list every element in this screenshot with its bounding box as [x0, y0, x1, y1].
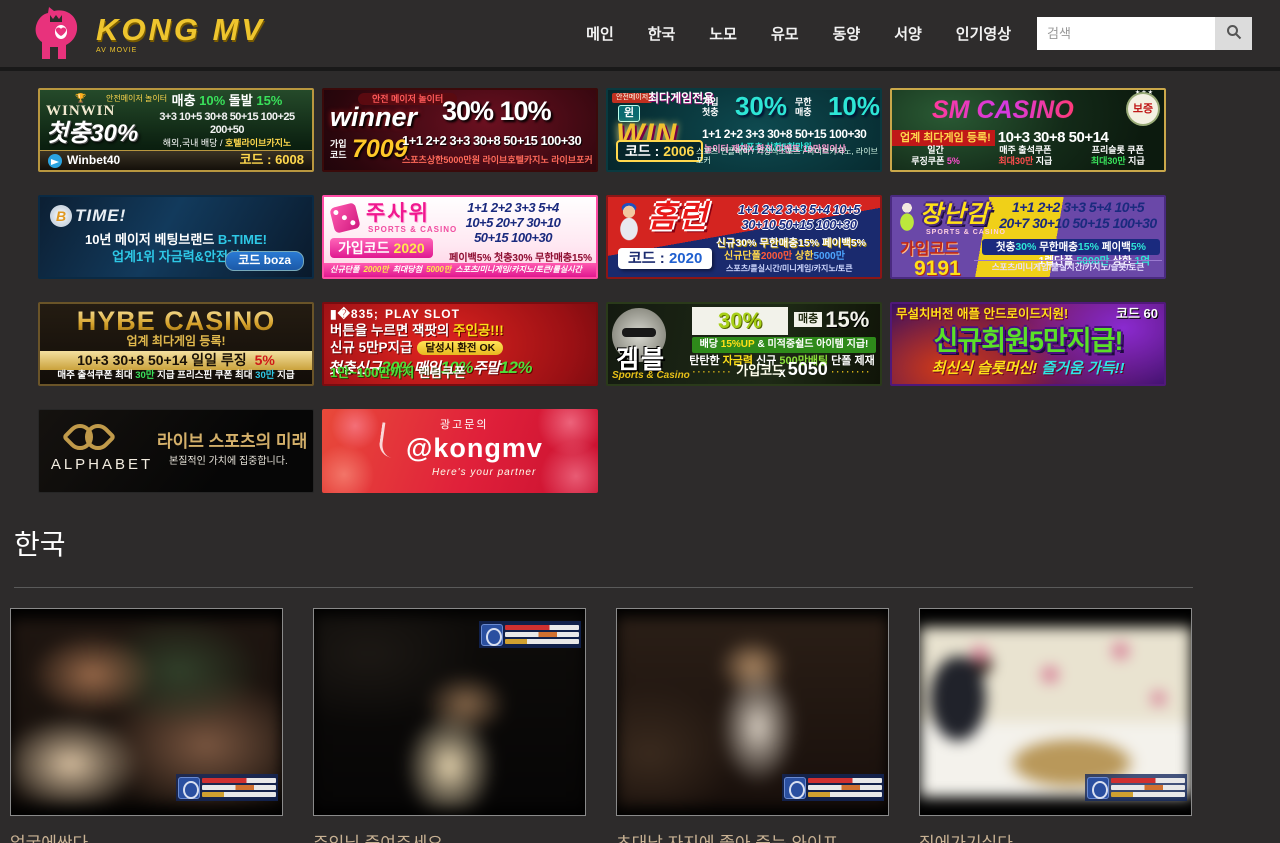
banner-brand: TIME!: [75, 206, 126, 226]
gorilla-logo-icon: [28, 2, 90, 65]
promo-pill: 달성시 환전 OK: [417, 341, 503, 355]
watermark-badge: [782, 774, 884, 801]
watermark-emblem-icon: [1087, 777, 1109, 799]
banner-kongmv-ad[interactable]: 광고문의 @kongmv Here's your partner: [322, 409, 598, 493]
contact-handle: @kongmv: [406, 433, 543, 464]
watermark-badge: [1085, 774, 1187, 801]
banner-slot-5man[interactable]: 무설치버전 애플 안드로이드지원! 코드 60 신규회원5만지급! 최신식 슬롯…: [890, 302, 1166, 386]
header: KONG MV AV MOVIE 메인 한국 노모 유모 동양 서양 인기영상: [0, 0, 1280, 71]
site-logo[interactable]: KONG MV AV MOVIE: [28, 2, 265, 65]
banner-jangnangam[interactable]: 장난감 SPORTS & CASINO 1+1 2+2 3+3 5+4 10+5…: [890, 195, 1166, 279]
banner-brand: 주사위: [366, 202, 430, 226]
search-input[interactable]: [1037, 17, 1215, 50]
nav-item-nomo[interactable]: 노모: [709, 23, 737, 44]
thumbnail-image: [920, 627, 1191, 797]
banner-code: 5050: [788, 359, 828, 379]
nav-item-popular[interactable]: 인기영상: [956, 23, 1011, 44]
banner-jusawi[interactable]: 주사위 SPORTS & CASINO 가입코드2020 1+1 2+2 3+3…: [322, 195, 598, 279]
baseball-player-icon: [612, 203, 646, 243]
video-card[interactable]: 얼굴에싼다: [10, 608, 283, 843]
telegram-icon: [48, 154, 62, 168]
search-bar: [1037, 17, 1252, 50]
emperor-character-icon: [530, 310, 594, 384]
banner-homerun[interactable]: 홈런 1+1 2+2 3+3 5+4 10+5 30+10 50+15 100+…: [606, 195, 882, 279]
safety-badge: 안전메이저: [612, 93, 652, 103]
ad-banner-grid: 🏆 WINWIN 안전메이저 놀이터 매충 10% 돌발 15% 3+3 10+…: [38, 88, 1168, 493]
banner-brand: 홈런: [648, 199, 709, 235]
toy-character-icon: [894, 201, 920, 235]
banner-winwin[interactable]: 🏆 WINWIN 안전메이저 놀이터 매충 10% 돌발 15% 3+3 10+…: [38, 88, 314, 172]
banner-code: 코드 boza: [225, 251, 304, 271]
banner-code: 2020: [669, 250, 702, 267]
dice-icon: [329, 202, 361, 234]
banner-code: 7009: [352, 135, 408, 164]
video-title[interactable]: 집에가기싫다: [919, 829, 1192, 843]
banner-headline: 신규회원5만지급!: [892, 326, 1164, 357]
banner-headline: 첫충30%: [46, 120, 138, 148]
banner-hybe-casino[interactable]: HYBE CASINO 업계 최다게임 등록! 10+3 30+8 50+14 …: [38, 302, 314, 386]
nav-item-western[interactable]: 서양: [894, 23, 922, 44]
banner-brand: WINWIN: [46, 103, 115, 119]
video-title[interactable]: 얼굴에싼다: [10, 829, 283, 843]
video-thumbnail[interactable]: [616, 608, 889, 816]
banner-gamble[interactable]: 겜블 Sports & Casino 30% 매충 15% 배당 15%UP &…: [606, 302, 882, 386]
video-card[interactable]: 주인님 죽여주세요: [313, 608, 586, 843]
banner-headline: 30% 10%: [442, 96, 551, 127]
banner-btime[interactable]: B TIME! 10년 메이저 베팅브랜드 B-TIME! 업계1위 자금력&안…: [38, 195, 314, 279]
video-title[interactable]: 주인님 죽여주세요: [313, 829, 586, 843]
video-thumbnail[interactable]: [313, 608, 586, 816]
banner-brand: 장난감: [920, 201, 989, 229]
banner-brand: PLAY SLOT: [330, 308, 460, 322]
watermark-badge: [479, 621, 581, 648]
banner-alphabet[interactable]: ALPHABET 라이브 스포츠의 미래 본질적인 가치에 집중합니다.: [38, 409, 314, 493]
main-nav: 메인 한국 노모 유모 동양 서양 인기영상: [586, 23, 1011, 44]
search-button[interactable]: [1215, 17, 1252, 50]
strawberry-leaf-icon: [378, 422, 397, 458]
banner-code: 코드 : 6008: [240, 153, 304, 168]
banner-code: 2020: [394, 240, 425, 256]
watermark-emblem-icon: [178, 777, 200, 799]
banner-winner[interactable]: 안전 메이저 놀이터 winner 30% 10% 가입 코드 7009 1+1…: [322, 88, 598, 172]
nav-item-korea[interactable]: 한국: [648, 23, 676, 44]
watermark-badge: [176, 774, 278, 801]
section-divider: [14, 587, 1193, 588]
logo-title: KONG MV: [96, 14, 265, 45]
logo-subtitle: AV MOVIE: [96, 47, 265, 54]
nav-item-main[interactable]: 메인: [586, 23, 614, 44]
banner-sm-casino[interactable]: SM CASINO ★★★ 보증 업계 최다게임 등록! 10+3 30+8 5…: [890, 88, 1166, 172]
laurel-icon: 🏆 WINWIN: [46, 93, 115, 121]
banner-win[interactable]: 안전메이저 윈 최다게임전용 가입 첫충30% 무한 매충10% WIN 1+1…: [606, 88, 882, 172]
nav-item-asian[interactable]: 동양: [833, 23, 861, 44]
video-thumbnail[interactable]: [919, 608, 1192, 816]
video-thumbnail[interactable]: [10, 608, 283, 816]
section-title: 한국: [14, 523, 1280, 563]
banner-code: 9191: [914, 257, 961, 279]
video-card[interactable]: 초대남 자지에 좋아 죽는 와이프: [616, 608, 889, 843]
banner-brand: SM CASINO: [932, 96, 1074, 125]
banner-brand: ALPHABET: [47, 456, 157, 473]
banner-code: 2006: [663, 143, 694, 159]
bonus-percent: 30%: [692, 307, 788, 335]
btime-logo-icon: B: [50, 205, 72, 227]
video-grid: 얼굴에싼다 주인님 죽여주세요 초대남 자지에 좋아 죽는 와이프: [10, 608, 1280, 843]
video-title[interactable]: 초대남 자지에 좋아 죽는 와이프: [616, 829, 889, 843]
nav-item-yumo[interactable]: 유모: [771, 23, 799, 44]
banner-brand: HYBE CASINO: [40, 306, 312, 337]
watermark-emblem-icon: [784, 777, 806, 799]
banner-brand: winner: [330, 102, 417, 133]
banner-play-slot[interactable]: PLAY SLOT 버튼을 누르면 잭팟의 주인공!!! 신규 5만P지급 달성…: [322, 302, 598, 386]
video-card[interactable]: 집에가기싫다: [919, 608, 1192, 843]
banner-code: 코드 60: [1116, 307, 1158, 322]
watermark-emblem-icon: [481, 624, 503, 646]
telegram-handle: Winbet40: [67, 154, 120, 168]
infinity-logo-icon: [67, 424, 111, 450]
guarantee-badge: 보증: [1128, 94, 1158, 124]
search-icon: [1226, 24, 1242, 43]
